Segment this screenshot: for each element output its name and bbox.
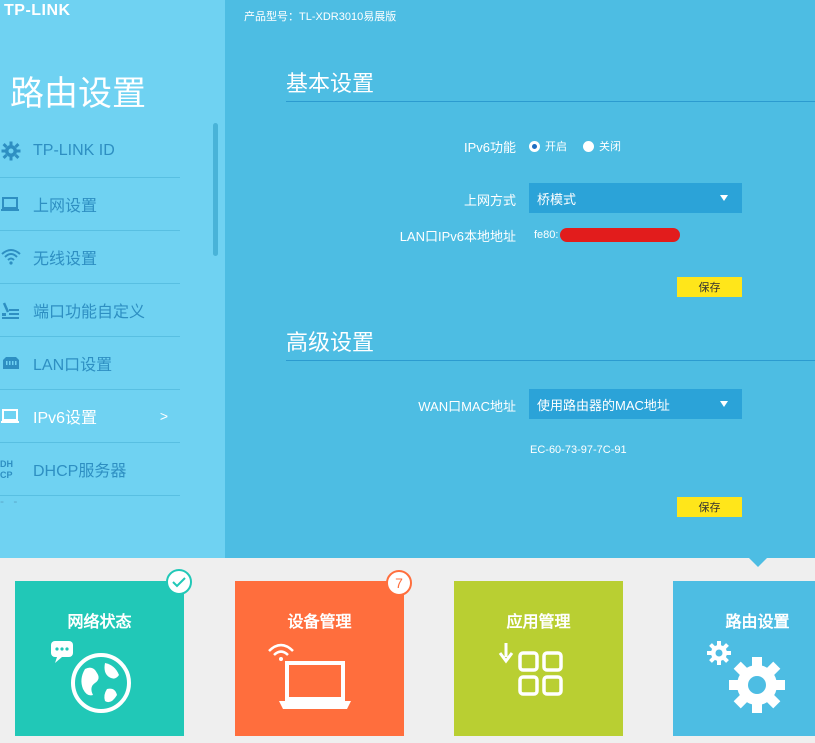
laptop-wifi-icon [268,643,351,709]
radio-selected-icon [529,140,540,152]
lan-ipv6-label: LAN口IPv6本地地址 [399,229,516,244]
sidebar-item-ipv6[interactable]: IPv6设置 > [0,390,180,443]
section-divider [286,101,815,102]
sidebar-item-tplink-id[interactable]: TP-LINK ID [0,125,180,178]
gear-icon [0,140,22,162]
tile-label: 网络状态 [67,614,132,631]
section-divider [286,360,815,361]
apps-grid-icon [498,643,563,696]
active-tile-pointer [749,558,767,567]
sidebar-scrollbar[interactable] [213,123,218,256]
device-count-badge: 7 [386,570,412,596]
sidebar-item-internet[interactable]: 上网设置 [0,178,180,231]
sidebar-item-wireless[interactable]: 无线设置 [0,231,180,284]
ipv6-function-label: IPv6功能 [463,140,516,155]
internet-mode-label: 上网方式 [463,193,516,208]
sidebar-item-lan[interactable]: LAN口设置 [0,337,180,390]
chevron-down-icon [720,401,728,407]
sidebar-item-label: 上网设置 [33,198,98,215]
svg-text:CP: CP [0,470,13,480]
save-button-advanced[interactable]: 保存 [677,497,742,517]
chevron-right-icon: > [159,408,168,424]
sidebar-item-port-config[interactable]: 端口功能自定义 [0,284,180,337]
select-value: 使用路由器的MAC地址 [537,397,670,413]
tile-label: 路由设置 [725,614,790,631]
tile-router-settings[interactable]: 路由设置 [673,581,815,736]
ipv6-off-radio[interactable]: 关闭 [583,138,621,154]
svg-text:DH: DH [0,459,13,469]
sidebar-item-label: 无线设置 [33,251,98,268]
wan-mac-select[interactable]: 使用路由器的MAC地址 [529,389,742,419]
section-title-basic: 基本设置 [286,71,375,96]
tile-app-management[interactable]: 应用管理 [454,581,623,736]
tile-label: 应用管理 [506,614,571,631]
radio-label: 关闭 [599,141,621,153]
check-icon [172,577,186,588]
port-config-icon [0,299,22,321]
status-ok-badge [166,569,192,595]
radio-unselected-icon [583,140,594,152]
sidebar-item-label: IPv6设置 [33,410,98,427]
redaction-mark [560,228,680,242]
internet-mode-select[interactable]: 桥模式 [529,183,742,213]
tile-label: 设备管理 [287,614,352,631]
sidebar-item-label: LAN口设置 [33,357,113,374]
globe-chat-icon [51,641,131,713]
select-value: 桥模式 [537,191,577,207]
save-button-basic[interactable]: 保存 [677,277,742,297]
gears-icon [707,641,785,713]
sidebar-item-label: 端口功能自定义 [33,304,146,321]
monitor-icon [0,193,22,215]
dhcp-icon: DH CP [0,458,22,480]
sidebar-more-indicator: - - [0,494,21,508]
sidebar-item-label: TP-LINK ID [33,142,115,159]
ipv6-on-radio[interactable]: 开启 [529,138,567,154]
wan-mac-label: WAN口MAC地址 [418,399,516,414]
lan-ipv6-value: fe80: [534,229,559,241]
laptop-icon [0,405,22,427]
section-title-advanced: 高级设置 [286,330,375,355]
ethernet-icon [0,352,22,374]
sidebar-title: 路由设置 [10,75,146,113]
sidebar-nav: TP-LINK ID 上网设置 无线设置 端口功能自定义 LAN口设置 IPv6… [0,125,180,496]
sidebar-item-label: DHCP服务器 [33,463,127,480]
sidebar-item-dhcp[interactable]: DH CP DHCP服务器 [0,443,180,496]
model-number: 产品型号：TL-XDR3010易展版 [244,11,397,23]
wifi-icon [0,246,22,268]
mac-address-value: EC-60-73-97-7C-91 [530,444,627,456]
tp-link-logo: TP-LINK [4,2,71,19]
radio-label: 开启 [545,141,567,153]
chevron-down-icon [720,195,728,201]
tile-device-management[interactable]: 设备管理 [235,581,404,736]
tile-network-status[interactable]: 网络状态 [15,581,184,736]
